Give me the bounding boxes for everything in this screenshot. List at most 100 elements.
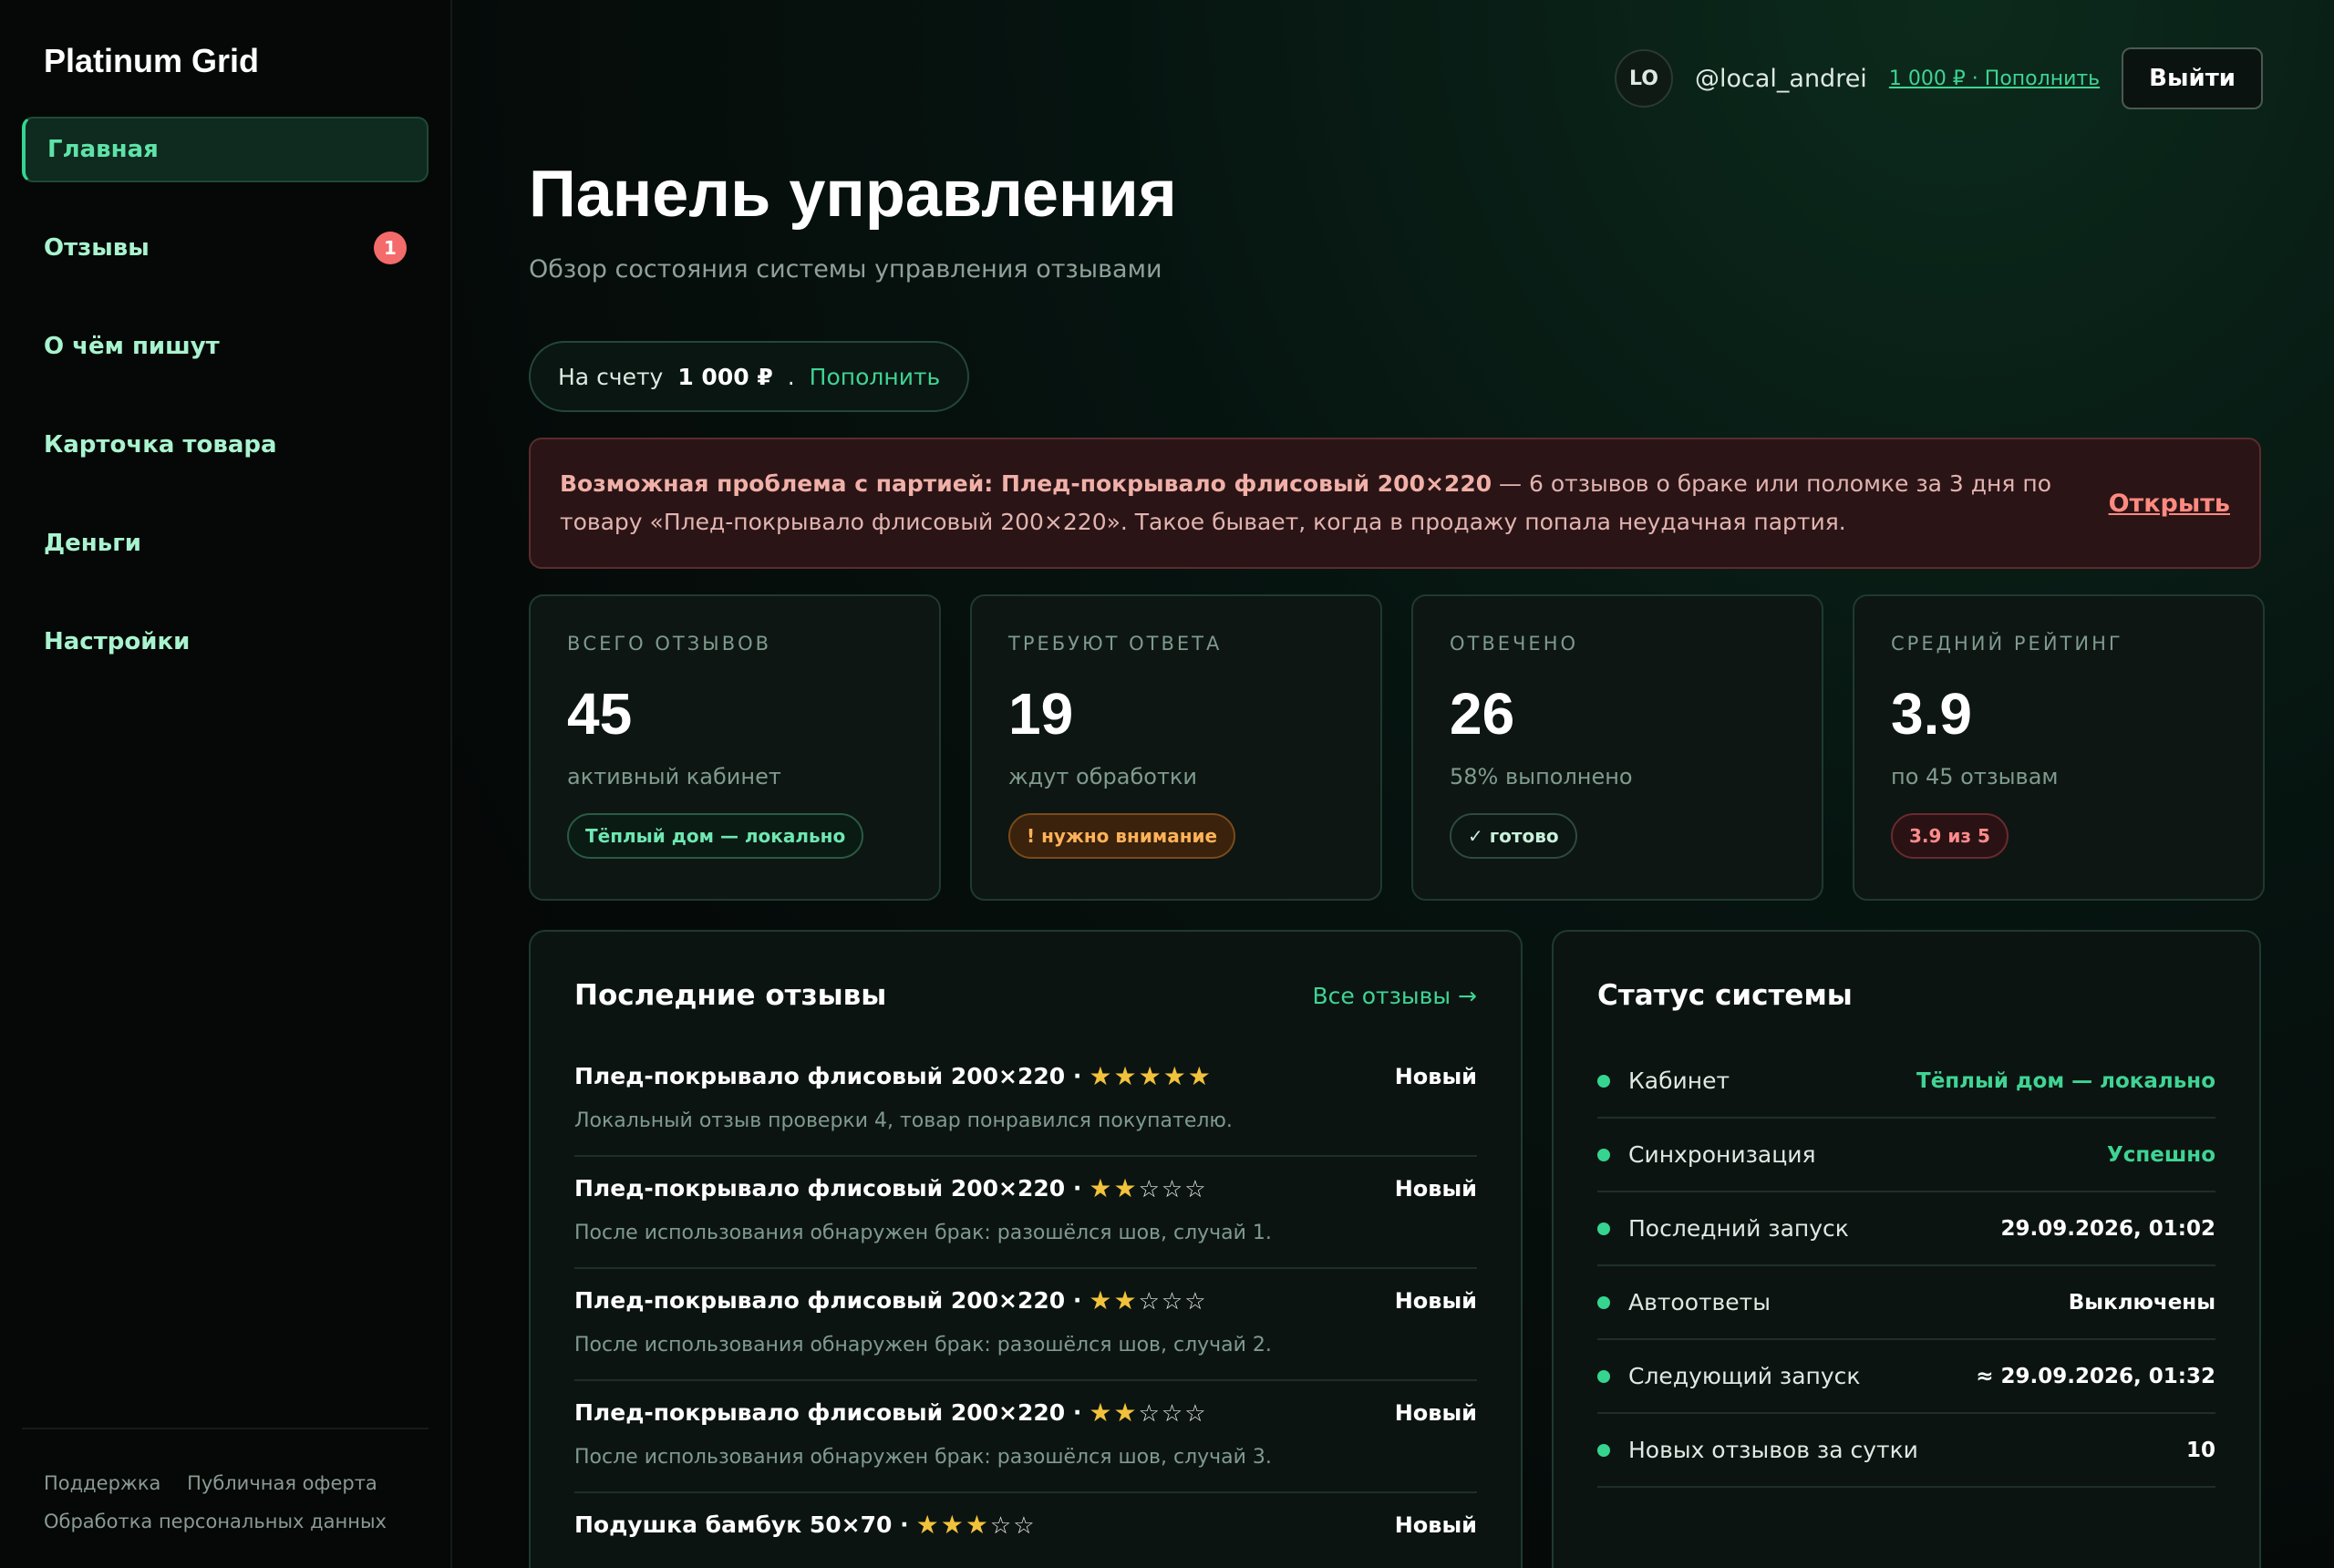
- status-dot-icon: [1597, 1074, 1610, 1088]
- stat-note: активный кабинет: [567, 764, 781, 789]
- star-filled-icon: ★: [1089, 1398, 1114, 1428]
- review-item[interactable]: Плед-покрывало флисовый 200×220 · ★★☆☆☆ Но…: [574, 1381, 1477, 1493]
- review-text: Локальный отзыв проверки 4, товар понрав…: [574, 1109, 1233, 1132]
- stat-tag: ! нужно внимание: [1008, 813, 1236, 859]
- status-dot-icon: [1597, 1443, 1610, 1457]
- batch-problem-alert: Возможная проблема с партией: Плед-покры…: [529, 438, 2261, 569]
- status-value: Тёплый дом — локально: [1916, 1068, 2215, 1093]
- review-row: Плед-покрывало флисовый 200×220 · ★★★★★ Но…: [574, 1061, 1477, 1091]
- review-title: Плед-покрывало флисовый 200×220 · ★★★★★: [574, 1061, 1213, 1091]
- star-empty-icon: ☆: [1184, 1176, 1208, 1203]
- logout-button[interactable]: Выйти: [2122, 47, 2263, 109]
- stat-card-need-reply: ТРЕБУЮТ ОТВЕТА 19 ждут обработки ! нужно…: [970, 594, 1382, 901]
- review-status: Новый: [1394, 1399, 1477, 1426]
- star-empty-icon: ☆: [1013, 1512, 1037, 1540]
- review-text: После использования обнаружен брак: разо…: [574, 1334, 1272, 1357]
- stat-label: СРЕДНИЙ РЕЙТИНГ: [1891, 633, 2123, 655]
- stat-card-avg-rating: СРЕДНИЙ РЕЙТИНГ 3.9 по 45 отзывам 3.9 из…: [1853, 594, 2265, 901]
- avatar[interactable]: LO: [1614, 49, 1673, 108]
- status-value: 29.09.2026, 01:02: [2000, 1216, 2215, 1241]
- stat-value: 19: [1008, 681, 1074, 747]
- topup-link[interactable]: Пополнить: [810, 364, 941, 390]
- privacy-link[interactable]: Обработка персональных данных: [44, 1511, 387, 1532]
- status-item: Синхронизация Успешно: [1597, 1119, 2215, 1192]
- star-empty-icon: ☆: [1184, 1400, 1208, 1428]
- review-item[interactable]: Подушка бамбук 50×70 · ★★★☆☆ Новый: [574, 1493, 1477, 1568]
- main-content: LO @local_andrei 1 000 ₽ · Пополнить Вый…: [452, 0, 2334, 1568]
- brand-logo[interactable]: Platinum Grid: [44, 42, 259, 80]
- review-text: После использования обнаружен брак: разо…: [574, 1222, 1272, 1244]
- sidebar-footer: Поддержка Публичная оферта Обработка пер…: [22, 1428, 429, 1541]
- alert-message: Возможная проблема с партией: Плед-покры…: [560, 465, 2091, 542]
- status-dot-icon: [1597, 1148, 1610, 1161]
- review-item[interactable]: Плед-покрывало флисовый 200×220 · ★★☆☆☆ Но…: [574, 1269, 1477, 1381]
- status-value: Выключены: [2068, 1290, 2215, 1315]
- star-empty-icon: ☆: [1138, 1400, 1162, 1428]
- sidebar-item-money[interactable]: Деньги: [22, 511, 429, 576]
- sidebar-item-topics[interactable]: О чём пишут: [22, 314, 429, 379]
- star-filled-icon: ★: [915, 1510, 941, 1540]
- rating-stars: ★★☆☆☆: [1089, 1398, 1207, 1428]
- support-link[interactable]: Поддержка: [44, 1472, 160, 1494]
- star-filled-icon: ★: [1113, 1398, 1139, 1428]
- star-empty-icon: ☆: [1138, 1176, 1162, 1203]
- review-product: Плед-покрывало флисовый 200×220 ·: [574, 1287, 1082, 1314]
- panel-header: Статус системы: [1597, 979, 2215, 1012]
- stat-card-total: ВСЕГО ОТЗЫВОВ 45 активный кабинет Тёплый…: [529, 594, 941, 901]
- status-item: Последний запуск 29.09.2026, 01:02: [1597, 1192, 2215, 1266]
- status-label: Кабинет: [1628, 1068, 1730, 1094]
- sidebar-item-settings[interactable]: Настройки: [22, 609, 429, 675]
- star-filled-icon: ★: [1138, 1061, 1163, 1091]
- sidebar: Platinum Grid Главная Отзывы 1 О чём пиш…: [0, 0, 452, 1568]
- sidebar-item-home[interactable]: Главная: [22, 117, 429, 182]
- review-product: Плед-покрывало флисовый 200×220 ·: [574, 1175, 1082, 1202]
- status-label-group: Новых отзывов за сутки: [1597, 1437, 1918, 1463]
- offer-link[interactable]: Публичная оферта: [187, 1472, 377, 1494]
- recent-reviews-panel: Последние отзывы Все отзывы → Плед-покры…: [529, 930, 1523, 1568]
- stats-row: ВСЕГО ОТЗЫВОВ 45 активный кабинет Тёплый…: [529, 594, 2265, 901]
- review-title: Плед-покрывало флисовый 200×220 · ★★☆☆☆: [574, 1173, 1208, 1203]
- stat-value: 26: [1450, 681, 1515, 747]
- stat-tag: Тёплый дом — локально: [567, 813, 864, 859]
- status-label: Синхронизация: [1628, 1141, 1816, 1168]
- review-row: Подушка бамбук 50×70 · ★★★☆☆ Новый: [574, 1510, 1477, 1540]
- review-product: Подушка бамбук 50×70 ·: [574, 1511, 909, 1538]
- rating-stars: ★★☆☆☆: [1089, 1173, 1207, 1203]
- sidebar-item-label: О чём пишут: [44, 333, 220, 360]
- star-empty-icon: ☆: [1138, 1288, 1162, 1315]
- review-list: Плед-покрывало флисовый 200×220 · ★★★★★ Но…: [574, 1045, 1477, 1568]
- review-item[interactable]: Плед-покрывало флисовый 200×220 · ★★☆☆☆ Но…: [574, 1157, 1477, 1269]
- sidebar-item-reviews[interactable]: Отзывы 1: [22, 215, 429, 281]
- panel-title: Статус системы: [1597, 979, 1853, 1012]
- balance-pill: На счету 1 000 ₽ . Пополнить: [529, 341, 970, 412]
- review-status: Новый: [1394, 1511, 1477, 1538]
- review-row: Плед-покрывало флисовый 200×220 · ★★☆☆☆ Но…: [574, 1173, 1477, 1203]
- stat-label: ТРЕБУЮТ ОТВЕТА: [1008, 633, 1223, 655]
- alert-open-link[interactable]: Открыть: [2109, 490, 2230, 518]
- stat-value: 45: [567, 681, 633, 747]
- review-text: После использования обнаружен брак: разо…: [574, 1446, 1272, 1469]
- status-item: Автоответы Выключены: [1597, 1266, 2215, 1340]
- review-status: Новый: [1394, 1287, 1477, 1314]
- review-title: Плед-покрывало флисовый 200×220 · ★★☆☆☆: [574, 1398, 1208, 1428]
- status-label-group: Автоответы: [1597, 1289, 1771, 1315]
- stat-note: ждут обработки: [1008, 764, 1198, 789]
- page-title: Панель управления: [529, 158, 1177, 231]
- all-reviews-link[interactable]: Все отзывы →: [1313, 983, 1477, 1009]
- status-label: Следующий запуск: [1628, 1363, 1861, 1389]
- stat-note: 58% выполнено: [1450, 764, 1633, 789]
- status-value: Успешно: [2107, 1142, 2215, 1167]
- status-item: Кабинет Тёплый дом — локально: [1597, 1045, 2215, 1119]
- review-status: Новый: [1394, 1063, 1477, 1089]
- review-item[interactable]: Плед-покрывало флисовый 200×220 · ★★★★★ Но…: [574, 1045, 1477, 1157]
- status-dot-icon: [1597, 1222, 1610, 1235]
- sidebar-item-product-card[interactable]: Карточка товара: [22, 412, 429, 478]
- star-filled-icon: ★: [1089, 1285, 1114, 1315]
- sidebar-item-label: Отзывы: [44, 234, 150, 262]
- stat-label: ВСЕГО ОТЗЫВОВ: [567, 633, 772, 655]
- status-label-group: Кабинет: [1597, 1068, 1730, 1094]
- balance-topup-link[interactable]: 1 000 ₽ · Пополнить: [1889, 67, 2100, 90]
- stat-card-answered: ОТВЕЧЕНО 26 58% выполнено ✓ готово: [1411, 594, 1823, 901]
- stat-tag: ✓ готово: [1450, 813, 1577, 859]
- status-value: ≈ 29.09.2026, 01:32: [1976, 1364, 2215, 1388]
